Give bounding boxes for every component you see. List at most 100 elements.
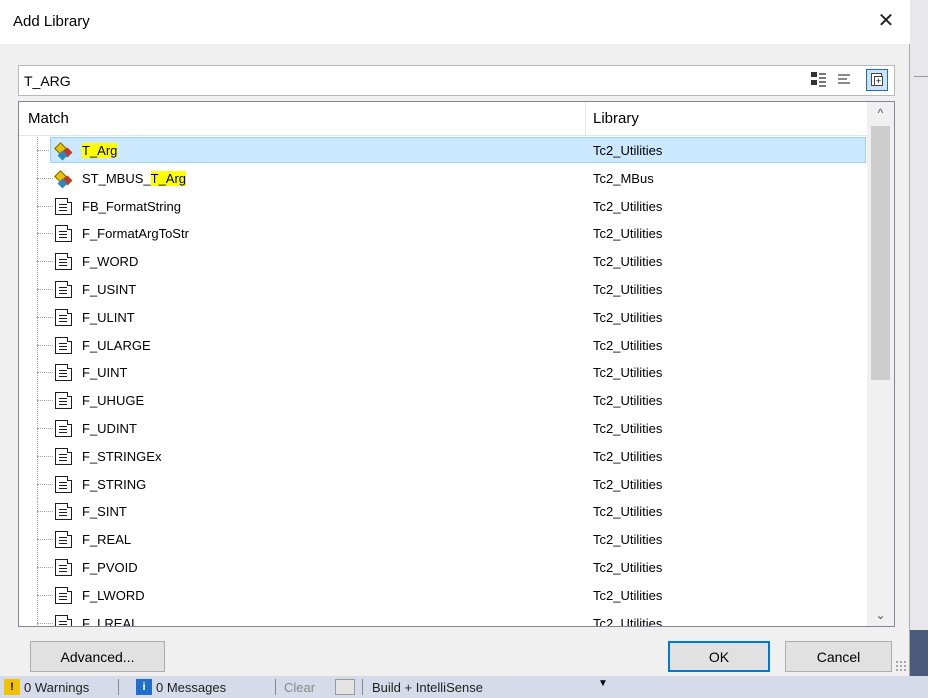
clear-button[interactable]: Clear	[284, 680, 315, 695]
match-name: F_ULINT	[82, 310, 135, 325]
tree-line	[37, 177, 53, 179]
match-name: F_UDINT	[82, 421, 137, 436]
match-name-text: F_STRINGEx	[82, 448, 162, 464]
match-name-text: F_LWORD	[82, 587, 145, 603]
list-item[interactable]: ST_MBUS_T_Arg Tc2_MBus	[19, 164, 867, 192]
add-library-dialog: Add Library ✕ + Match Library T_ArgTc2	[0, 0, 910, 676]
tree-line	[37, 261, 53, 263]
tree-line	[37, 372, 53, 374]
match-name: F_LREAL	[82, 616, 138, 626]
list-item[interactable]: F_UHUGE Tc2_Utilities	[19, 387, 867, 415]
tree-line	[37, 609, 38, 626]
build-filter-select[interactable]: Build + IntelliSense	[372, 680, 483, 695]
column-divider[interactable]	[585, 102, 586, 135]
match-name: ST_MBUS_T_Arg	[82, 170, 187, 186]
column-header-match[interactable]: Match	[28, 110, 69, 127]
list-item[interactable]: F_ULINT Tc2_Utilities	[19, 303, 867, 331]
vertical-scrollbar[interactable]: ^ ⌄	[867, 102, 894, 626]
chevron-down-icon[interactable]: ▼	[598, 678, 608, 689]
type-icon	[54, 142, 73, 161]
tree-line	[37, 400, 53, 402]
library-name: Tc2_Utilities	[593, 365, 663, 381]
advanced-button[interactable]: Advanced...	[30, 641, 165, 672]
category-view-icon[interactable]	[809, 69, 831, 91]
resize-grip-icon[interactable]	[895, 660, 907, 672]
selection-highlight	[50, 137, 866, 163]
search-box: +	[18, 65, 895, 96]
match-name: F_UHUGE	[82, 393, 144, 408]
list-item[interactable]: F_USINT Tc2_Utilities	[19, 276, 867, 303]
library-name: Tc2_Utilities	[593, 587, 663, 603]
library-name: Tc2_Utilities	[593, 560, 663, 575]
tree-line	[37, 205, 53, 207]
tree-line	[37, 622, 53, 624]
tree-line	[37, 567, 53, 568]
function-icon	[55, 253, 72, 271]
match-highlight: T_Arg	[82, 143, 118, 158]
list-header: Match Library	[19, 102, 867, 136]
list-item[interactable]: F_FormatArgToStr Tc2_Utilities	[19, 220, 867, 248]
column-header-library[interactable]: Library	[593, 110, 639, 127]
list-item[interactable]: F_SINT Tc2_Utilities	[19, 498, 867, 526]
sort-list-icon[interactable]	[834, 69, 856, 91]
list-item[interactable]: F_ULARGE Tc2_Utilities	[19, 331, 867, 359]
tree-line	[37, 289, 53, 290]
list-item[interactable]: F_REAL Tc2_Utilities	[19, 526, 867, 554]
function-icon	[55, 392, 72, 410]
match-name-text: FB_FormatString	[82, 198, 181, 214]
library-name: Tc2_Utilities	[593, 309, 663, 325]
list-item[interactable]: F_LWORD Tc2_Utilities	[19, 581, 867, 609]
list-item[interactable]: F_PVOID Tc2_Utilities	[19, 554, 867, 581]
match-name: FB_FormatString	[82, 199, 181, 214]
match-name: F_UINT	[82, 365, 128, 380]
match-name-text: F_WORD	[82, 254, 139, 270]
search-input[interactable]	[24, 70, 764, 91]
function-icon	[55, 281, 72, 298]
scroll-up-icon[interactable]: ^	[867, 102, 894, 124]
tree-line	[37, 428, 53, 429]
background-ide-panel	[910, 630, 928, 676]
match-name-text: F_SINT	[82, 504, 127, 520]
match-name: F_STRING	[82, 477, 146, 492]
close-button[interactable]: ✕	[866, 4, 906, 38]
function-icon	[55, 447, 72, 465]
details-view-icon[interactable]: +	[866, 69, 888, 91]
match-name-text: F_ULINT	[82, 309, 135, 325]
tree-line	[37, 233, 53, 235]
match-name: T_Arg	[82, 143, 118, 158]
list-item[interactable]: F_LREAL Tc2_Utilities	[19, 609, 867, 626]
warnings-filter[interactable]: 0 Warnings	[24, 680, 89, 695]
ok-button[interactable]: OK	[668, 641, 770, 672]
background-ide-edge	[910, 0, 928, 698]
list-item[interactable]: F_STRING Tc2_Utilities	[19, 470, 867, 498]
scroll-down-icon[interactable]: ⌄	[867, 604, 894, 626]
scroll-thumb[interactable]	[871, 126, 890, 380]
library-name: Tc2_Utilities	[593, 532, 663, 548]
library-name: Tc2_Utilities	[593, 254, 663, 270]
match-name: F_LWORD	[82, 588, 145, 603]
match-name-text: F_REAL	[82, 532, 132, 548]
match-name: F_PVOID	[82, 560, 138, 575]
list-item[interactable]: FB_FormatString Tc2_Utilities	[19, 192, 867, 220]
match-name-text: F_UINT	[82, 365, 128, 381]
info-icon: i	[136, 679, 152, 695]
warning-icon: !	[4, 679, 20, 695]
match-name: F_REAL	[82, 532, 131, 547]
match-name-text: F_UHUGE	[82, 393, 145, 409]
library-name: Tc2_Utilities	[593, 421, 663, 436]
list-item[interactable]: F_WORD Tc2_Utilities	[19, 248, 867, 276]
list-item[interactable]: F_UINT Tc2_Utilities	[19, 359, 867, 387]
filter-icon[interactable]	[335, 679, 355, 695]
match-list: Match Library T_Arg Tc2_Utilities ST_MBUS_…	[18, 101, 895, 627]
match-name: F_ULARGE	[82, 338, 151, 353]
list-item[interactable]: F_UDINT Tc2_Utilities	[19, 415, 867, 442]
function-icon	[55, 364, 72, 382]
list-item[interactable]: F_STRINGEx Tc2_Utilities	[19, 442, 867, 470]
tree-line	[37, 539, 53, 541]
messages-filter[interactable]: 0 Messages	[156, 680, 226, 695]
function-icon	[55, 586, 72, 604]
type-icon	[54, 169, 73, 189]
match-name-text: F_FormatArgToStr	[82, 226, 189, 242]
list-item[interactable]: T_Arg Tc2_Utilities	[19, 137, 867, 164]
cancel-button[interactable]: Cancel	[785, 641, 892, 672]
